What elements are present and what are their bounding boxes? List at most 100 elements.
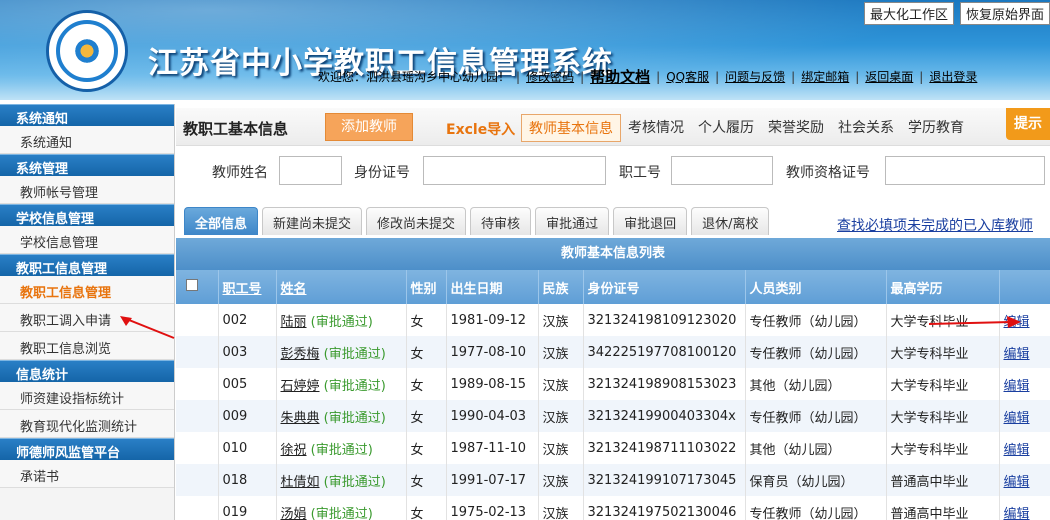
teacher-name-input[interactable] (279, 156, 342, 185)
table-row: 018 杜倩如 (审批通过) 女 1991-07-17 汉族 32132419910717… (176, 464, 1050, 496)
row-checkbox-cell (176, 336, 219, 368)
cert-number-input[interactable] (885, 156, 1045, 185)
table-row: 019 汤娟 (审批通过) 女 1975-02-13 汉族 321324197502130… (176, 496, 1050, 520)
cell-action: 编辑 (999, 464, 1050, 496)
find-incomplete-link[interactable]: 查找必填项未完成的已入库教师 (837, 215, 1033, 235)
cell-action: 编辑 (999, 368, 1050, 400)
sidebar-item-staff-transfer[interactable]: 教职工调入申请 (0, 304, 174, 332)
tab-retired[interactable]: 退休/离校 (691, 207, 770, 235)
system-logo-icon (46, 10, 128, 92)
col-name[interactable]: 姓名 (276, 270, 407, 304)
edit-link[interactable]: 编辑 (1004, 379, 1030, 394)
teacher-name-link[interactable]: 汤娟 (281, 507, 307, 520)
col-birth: 出生日期 (446, 270, 539, 304)
tip-button[interactable]: 提示 (1006, 108, 1050, 140)
maximize-workspace-button[interactable]: 最大化工作区 (863, 2, 954, 25)
tab-pending[interactable]: 待审核 (470, 207, 532, 235)
col-ethnic: 民族 (538, 270, 584, 304)
sidebar-item-staff-browse[interactable]: 教职工信息浏览 (0, 332, 174, 360)
toolbar: 教职工基本信息 添加教师 Excle导入 教师基本信息 考核情况 个人履历 荣誉… (176, 108, 1050, 146)
tab-resume[interactable]: 个人履历 (691, 114, 761, 142)
sidebar-section-stats[interactable]: 信息统计 (0, 360, 174, 383)
cell-ethnic: 汉族 (538, 400, 584, 432)
cell-action: 编辑 (999, 496, 1050, 520)
cell-name: 汤娟 (审批通过) (276, 496, 407, 520)
edit-link[interactable]: 编辑 (1004, 347, 1030, 362)
tab-rejected[interactable]: 审批退回 (613, 207, 688, 235)
sidebar-section-school[interactable]: 学校信息管理 (0, 204, 174, 227)
cell-action: 编辑 (999, 432, 1050, 464)
feedback-link[interactable]: 问题与反馈 (725, 68, 785, 85)
sidebar-item-school-info[interactable]: 学校信息管理 (0, 226, 174, 254)
status-badge: (审批通过) (310, 442, 373, 458)
cell-ethnic: 汉族 (538, 496, 584, 520)
sidebar-section-system[interactable]: 系统管理 (0, 154, 174, 177)
edit-link[interactable]: 编辑 (1004, 507, 1030, 520)
sidebar-section-notice[interactable]: 系统通知 (0, 104, 174, 127)
tab-modified-unsubmitted[interactable]: 修改尚未提交 (366, 207, 467, 235)
sidebar-section-ethics[interactable]: 师德师风监管平台 (0, 438, 174, 461)
cell-staff-no: 009 (218, 400, 277, 432)
cell-id: 32132419900403304x (583, 400, 746, 432)
teacher-name-link[interactable]: 彭秀梅 (281, 347, 320, 362)
sidebar: 系统通知 系统通知 系统管理 教师帐号管理 学校信息管理 学校信息管理 教职工信… (0, 104, 175, 520)
tab-all[interactable]: 全部信息 (184, 207, 259, 235)
sidebar-item-notice[interactable]: 系统通知 (0, 126, 174, 154)
app-header: 江苏省中小学教职工信息管理系统 最大化工作区 恢复原始界面 欢迎您：泗洪县瑶沟乡… (0, 0, 1050, 100)
info-nav-tabs: 教师基本信息 考核情况 个人履历 荣誉奖励 社会关系 学历教育 (521, 114, 971, 142)
tab-education[interactable]: 学历教育 (901, 114, 971, 142)
cell-birth: 1987-11-10 (446, 432, 539, 464)
edit-link[interactable]: 编辑 (1004, 443, 1030, 458)
teacher-name-link[interactable]: 杜倩如 (281, 475, 320, 490)
teacher-name-link[interactable]: 陆丽 (281, 315, 307, 330)
sidebar-item-modernization-stats[interactable]: 教育现代化监测统计 (0, 410, 174, 438)
cell-category: 专任教师（幼儿园） (745, 400, 887, 432)
bind-email-link[interactable]: 绑定邮箱 (801, 68, 849, 85)
cell-gender: 女 (406, 432, 447, 464)
col-staff-no[interactable]: 职工号 (218, 270, 277, 304)
cell-name: 朱典典 (审批通过) (276, 400, 407, 432)
tab-relations[interactable]: 社会关系 (831, 114, 901, 142)
sidebar-section-staff[interactable]: 教职工信息管理 (0, 254, 174, 277)
teacher-name-link[interactable]: 徐祝 (281, 443, 307, 458)
add-teacher-button[interactable]: 添加教师 (325, 113, 413, 141)
cell-staff-no: 018 (218, 464, 277, 496)
cell-id: 321324198711103022 (583, 432, 746, 464)
sidebar-item-accounts[interactable]: 教师帐号管理 (0, 176, 174, 204)
teacher-name-link[interactable]: 朱典典 (281, 411, 320, 426)
sidebar-item-teacher-stats[interactable]: 师资建设指标统计 (0, 382, 174, 410)
cell-id: 321324198109123020 (583, 304, 746, 336)
cell-category: 其他（幼儿园） (745, 368, 887, 400)
restore-layout-button[interactable]: 恢复原始界面 (959, 2, 1050, 25)
cell-name: 石婷婷 (审批通过) (276, 368, 407, 400)
edit-link[interactable]: 编辑 (1004, 315, 1030, 330)
status-badge: (审批通过) (310, 506, 373, 520)
select-all-checkbox[interactable] (176, 270, 219, 304)
return-desktop-link[interactable]: 返回桌面 (865, 68, 913, 85)
change-password-link[interactable]: 修改密码 (526, 68, 574, 85)
edit-link[interactable]: 编辑 (1004, 475, 1030, 490)
tab-new-unsubmitted[interactable]: 新建尚未提交 (262, 207, 363, 235)
edit-link[interactable]: 编辑 (1004, 411, 1030, 426)
excel-import-link[interactable]: Excle导入 (446, 119, 515, 139)
logout-link[interactable]: 退出登录 (929, 68, 977, 85)
teacher-name-link[interactable]: 石婷婷 (281, 379, 320, 394)
help-docs-link[interactable]: 帮助文档 (590, 66, 650, 87)
cell-birth: 1990-04-03 (446, 400, 539, 432)
tab-honors[interactable]: 荣誉奖励 (761, 114, 831, 142)
staff-number-input[interactable] (671, 156, 773, 185)
sidebar-item-pledge[interactable]: 承诺书 (0, 460, 174, 488)
cell-ethnic: 汉族 (538, 432, 584, 464)
sidebar-item-staff-info[interactable]: 教职工信息管理 (0, 276, 174, 304)
id-number-input[interactable] (423, 156, 606, 185)
tab-assessment[interactable]: 考核情况 (621, 114, 691, 142)
cell-gender: 女 (406, 464, 447, 496)
tab-basic-info[interactable]: 教师基本信息 (521, 114, 621, 142)
cell-ethnic: 汉族 (538, 336, 584, 368)
tab-approved[interactable]: 审批通过 (535, 207, 610, 235)
cell-education: 大学专科毕业 (886, 336, 1000, 368)
cell-education: 大学专科毕业 (886, 400, 1000, 432)
qq-support-link[interactable]: QQ客服 (666, 68, 709, 85)
page-title: 教职工基本信息 (183, 120, 289, 138)
table-row: 005 石婷婷 (审批通过) 女 1989-08-15 汉族 32132419890815… (176, 368, 1050, 400)
